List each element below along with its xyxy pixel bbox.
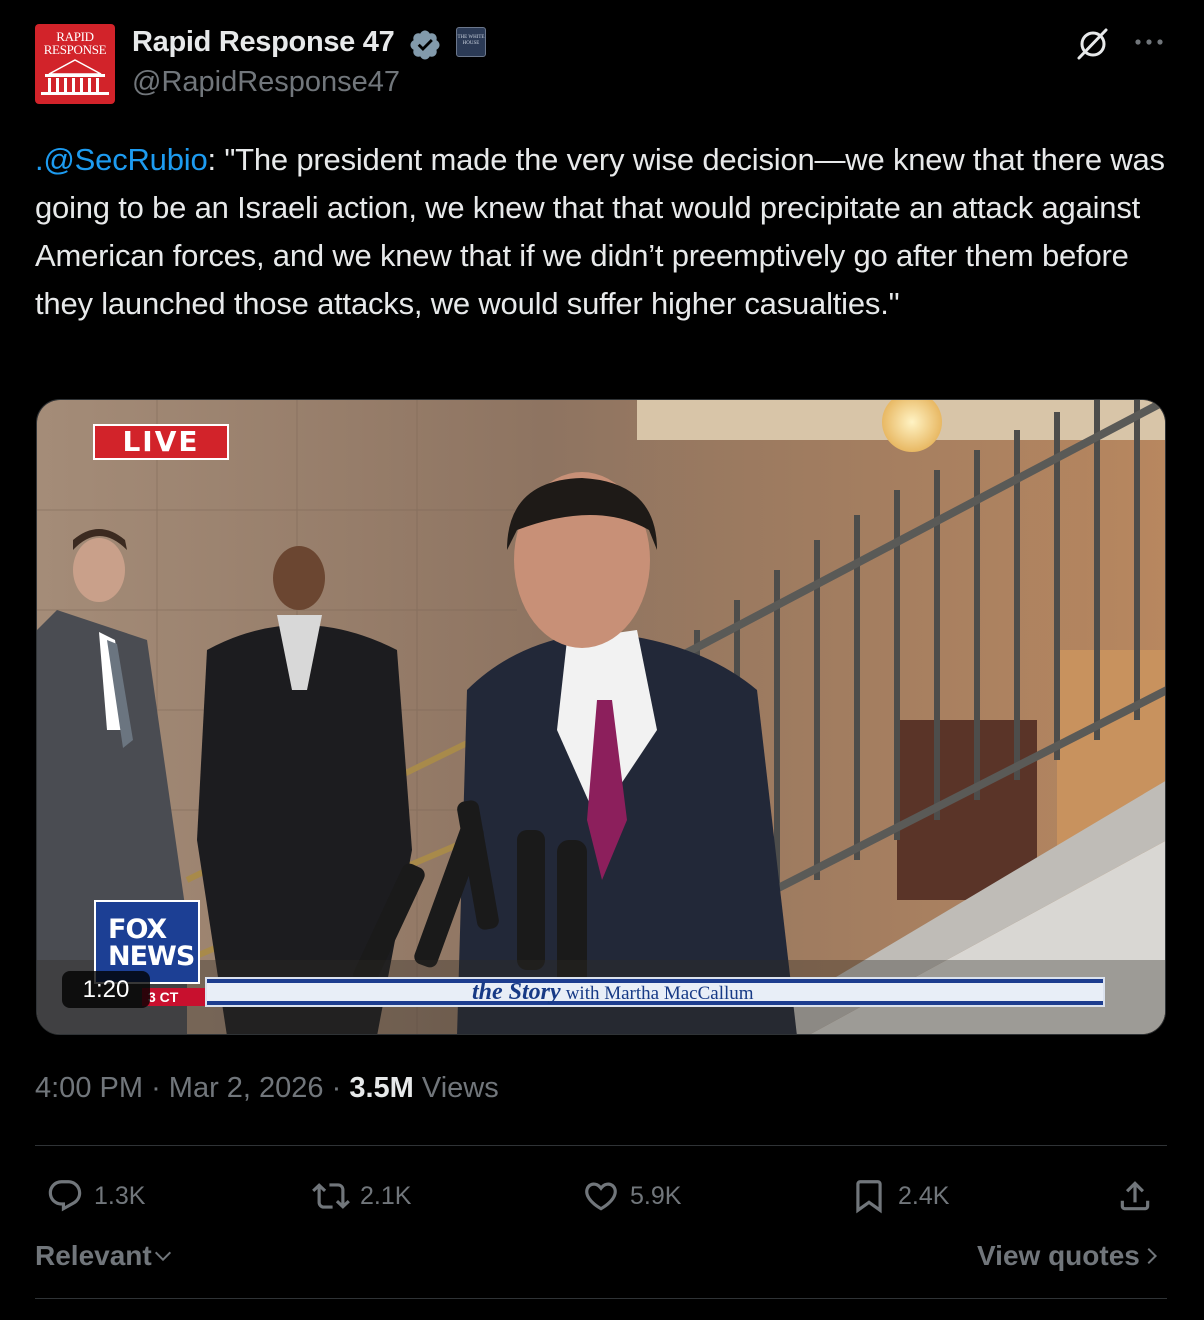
tweet-text: .@SecRubio: "The president made the very… xyxy=(35,136,1175,328)
time-zone-tag: 3 CT xyxy=(142,988,208,1006)
sort-dropdown[interactable]: Relevant xyxy=(35,1240,174,1272)
bookmark-count: 2.4K xyxy=(898,1181,950,1210)
video-player[interactable]: LIVE FOX NEWS 3 CT the Story with Martha… xyxy=(36,399,1166,1035)
views-count: 3.5M xyxy=(349,1072,414,1104)
like-icon xyxy=(585,1182,617,1211)
divider xyxy=(35,1298,1167,1299)
view-quotes-link[interactable]: View quotes xyxy=(977,1240,1162,1272)
live-badge: LIVE xyxy=(93,424,229,460)
reply-count: 1.3K xyxy=(94,1181,146,1210)
grok-icon[interactable] xyxy=(1075,26,1111,62)
video-frame xyxy=(37,400,1165,1034)
avatar[interactable]: RAPID RESPONSE xyxy=(35,24,115,104)
bookmark-icon xyxy=(856,1180,882,1214)
more-icon[interactable] xyxy=(1133,30,1165,54)
ticker-text: the Story with Martha MacCallum xyxy=(472,979,754,1005)
affiliation-badge[interactable]: THE WHITE HOUSE xyxy=(456,27,486,57)
reply-button[interactable]: 1.3K xyxy=(46,1176,145,1216)
show-ticker: the Story with Martha MacCallum xyxy=(205,977,1105,1007)
divider xyxy=(35,1145,1167,1146)
view-quotes-label: View quotes xyxy=(977,1240,1140,1271)
mention-link[interactable]: .@SecRubio xyxy=(35,142,208,177)
sort-label: Relevant xyxy=(35,1240,152,1271)
views-label: Views xyxy=(421,1072,499,1104)
post-date[interactable]: Mar 2, 2026 xyxy=(169,1072,324,1104)
reply-icon xyxy=(48,1180,82,1212)
share-icon xyxy=(1120,1181,1150,1211)
avatar-logo-text: RAPID RESPONSE xyxy=(43,29,107,57)
white-house-icon xyxy=(41,59,109,95)
repost-button[interactable]: 2.1K xyxy=(312,1176,411,1216)
post: RAPID RESPONSE Rapid Response 47 THE WHI… xyxy=(0,0,1204,1320)
post-time[interactable]: 4:00 PM xyxy=(35,1072,143,1104)
author-name[interactable]: Rapid Response 47 xyxy=(132,26,395,59)
verified-badge-icon[interactable] xyxy=(408,28,442,62)
chevron-down-icon xyxy=(154,1251,171,1262)
share-button[interactable] xyxy=(1116,1176,1164,1216)
like-count: 5.9K xyxy=(630,1181,682,1210)
like-button[interactable]: 5.9K xyxy=(582,1176,681,1216)
author-handle[interactable]: @RapidResponse47 xyxy=(132,66,400,99)
video-duration: 1:20 xyxy=(62,971,150,1008)
bookmark-button[interactable]: 2.4K xyxy=(850,1176,949,1216)
post-meta: 4:00 PM · Mar 2, 2026 · 3.5M Views xyxy=(35,1072,499,1104)
chevron-right-icon xyxy=(1147,1247,1157,1265)
repost-count: 2.1K xyxy=(360,1181,412,1210)
repost-icon xyxy=(312,1183,350,1209)
